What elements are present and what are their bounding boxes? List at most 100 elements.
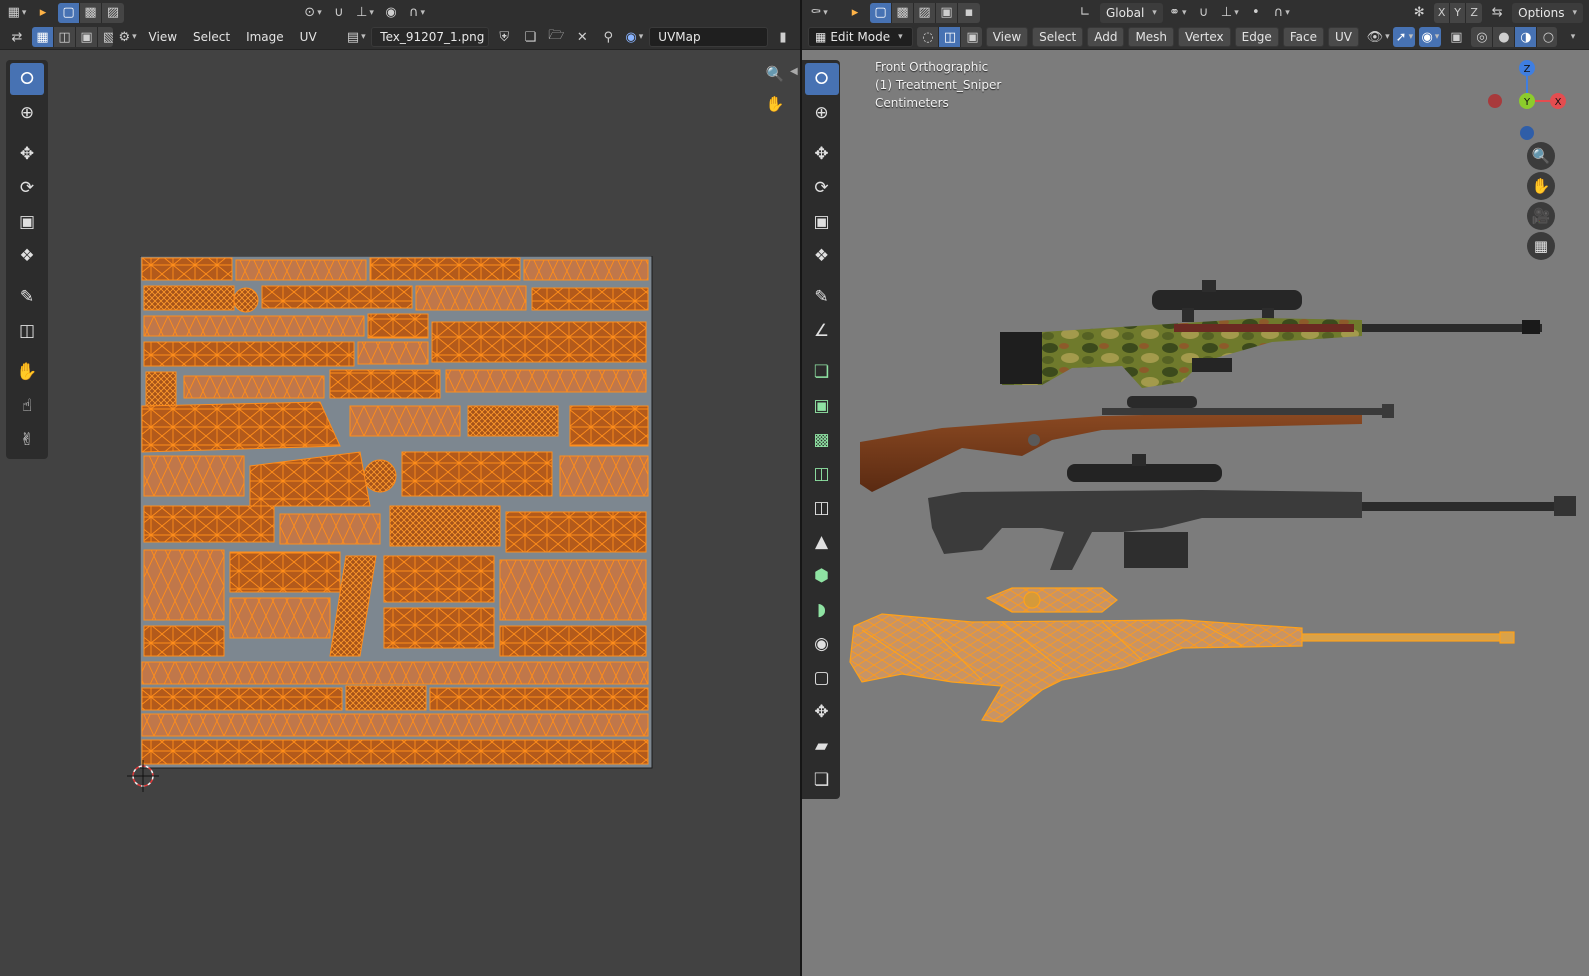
xray-icon[interactable]: ▣	[1445, 27, 1467, 47]
editor-type-icon[interactable]: ⚰	[808, 3, 830, 23]
zoom-icon[interactable]: 🔍	[761, 60, 789, 88]
3d-viewport[interactable]: ⚰ ▸ ▢ ▩ ▨ ▣ ▪ ∟ Global ⚭ ∪ ⊥ • ∩ ✻ X Y Z…	[802, 0, 1589, 976]
select-new-icon[interactable]: ▢	[58, 2, 80, 23]
transform-icon[interactable]: ❖	[805, 240, 839, 272]
menu-vertex[interactable]: Vertex	[1178, 27, 1231, 47]
rip-icon[interactable]: ◫	[10, 315, 44, 347]
gizmo-icon[interactable]: ➚	[1393, 27, 1416, 47]
material-shading-icon[interactable]: ◑	[1515, 27, 1538, 47]
snap-increment-icon[interactable]: ⊥	[1219, 3, 1241, 23]
camera-icon[interactable]: 🎥	[1527, 202, 1555, 230]
annotate-icon[interactable]: ✎	[10, 281, 44, 313]
menu-add[interactable]: Add	[1087, 27, 1125, 47]
pan-icon[interactable]: ✋	[761, 90, 789, 118]
edge-select-icon[interactable]: ◫	[939, 27, 962, 47]
vertex-select-icon[interactable]: ▦	[32, 27, 54, 47]
select-extend-icon[interactable]: ▩	[892, 2, 914, 23]
uv-editor[interactable]: ▦ ▸ ▢ ▩ ▨ ⊙ ∪ ⊥ ◉ ∩ ⇄ ▦ ◫ ▣ ▧ ⚙ View Sel…	[0, 0, 800, 976]
mirror-y-toggle[interactable]: Y	[1450, 2, 1467, 23]
falloff-icon[interactable]: ∩	[1271, 3, 1293, 23]
transform-icon[interactable]: ❖	[10, 240, 44, 272]
auto-merge-icon[interactable]: ⇆	[1486, 3, 1508, 23]
mirror-z-toggle[interactable]: Z	[1466, 3, 1482, 23]
pinch-icon[interactable]: ✌	[10, 424, 44, 456]
mirror-icon[interactable]: ✻	[1408, 3, 1430, 23]
pan-icon[interactable]: ✋	[1527, 172, 1555, 200]
select-mode-icon[interactable]: ▸	[844, 3, 866, 23]
select-box-icon[interactable]: ⭘	[10, 63, 44, 95]
collapse-arrow-icon[interactable]: ◀	[790, 66, 798, 77]
rifle-barrett-model[interactable]	[928, 454, 1576, 570]
island-select-icon[interactable]: ▧	[98, 27, 113, 47]
relax-icon[interactable]: ☝	[10, 390, 44, 422]
transform-orientation-select[interactable]: Global	[1100, 2, 1163, 23]
orientation-icon[interactable]: ∟	[1074, 3, 1096, 23]
mode-select[interactable]: ▦ Edit Mode	[808, 27, 914, 47]
editor-type-icon[interactable]: ▦	[6, 3, 28, 23]
overlay-icon[interactable]: ◉	[623, 27, 645, 47]
rifle-treatment-sniper-selected[interactable]	[849, 587, 1515, 723]
cursor-icon[interactable]: ⊕	[805, 97, 839, 129]
overlays-icon[interactable]: ◉	[1419, 27, 1442, 47]
face-select-icon[interactable]: ▣	[961, 27, 981, 47]
scale-icon[interactable]: ▣	[805, 206, 839, 238]
menu-select[interactable]: Select	[1032, 27, 1084, 47]
select-subtract-icon[interactable]: ▨	[102, 3, 124, 23]
select-intersect-icon[interactable]: ▪	[958, 3, 980, 23]
rifle-camo-model[interactable]	[1000, 280, 1542, 388]
neg-x-axis-dot[interactable]	[1488, 94, 1502, 108]
image-browse-icon[interactable]: ▤	[345, 27, 367, 47]
menu-select[interactable]: Select	[187, 27, 236, 47]
sticky-select-icon[interactable]: ⚙	[117, 27, 139, 47]
options-menu[interactable]: Options	[1512, 2, 1583, 23]
grid-icon[interactable]: ▦	[1527, 232, 1555, 260]
move-icon[interactable]: ✥	[10, 138, 44, 170]
select-invert-icon[interactable]: ▣	[936, 2, 958, 23]
menu-mesh[interactable]: Mesh	[1128, 27, 1175, 47]
menu-view[interactable]: View	[985, 27, 1029, 47]
unlink-image-icon[interactable]: ✕	[571, 27, 593, 47]
snap-target-icon[interactable]: ⊥	[354, 3, 376, 23]
menu-face[interactable]: Face	[1282, 27, 1324, 47]
menu-view[interactable]: View	[143, 27, 183, 47]
menu-uv[interactable]: UV	[294, 27, 323, 47]
new-image-icon[interactable]: ❏	[519, 27, 541, 47]
shading-options-icon[interactable]	[1561, 27, 1583, 47]
rendered-shading-icon[interactable]: ○	[1537, 27, 1557, 47]
menu-edge[interactable]: Edge	[1234, 27, 1279, 47]
fake-user-icon[interactable]: ⛨	[493, 27, 515, 47]
proportional-edit-icon[interactable]: •	[1245, 3, 1267, 23]
pivot-icon[interactable]: ⊙	[302, 3, 324, 23]
solid-shading-icon[interactable]: ●	[1493, 27, 1516, 47]
proportional-edit-icon[interactable]: ◉	[380, 3, 402, 23]
sidebar-toggle-icon[interactable]: ▮	[772, 27, 794, 47]
open-image-icon[interactable]: 🗁	[545, 27, 567, 47]
image-name-field[interactable]: Tex_91207_1.png	[371, 27, 490, 47]
wireframe-shading-icon[interactable]: ◎	[1471, 27, 1494, 47]
vertex-select-icon[interactable]: ◌	[917, 27, 940, 47]
neg-z-axis-dot[interactable]	[1520, 126, 1534, 140]
snap-icon[interactable]: ∪	[328, 3, 350, 23]
select-mode-icon[interactable]: ▸	[32, 3, 54, 23]
sync-selection-icon[interactable]: ⇄	[6, 27, 28, 47]
falloff-icon[interactable]: ∩	[406, 3, 428, 23]
mirror-x-toggle[interactable]: X	[1434, 2, 1451, 23]
cursor-icon[interactable]: ⊕	[10, 97, 44, 129]
scene-models[interactable]	[802, 270, 1589, 770]
uv-map-field[interactable]: UVMap	[649, 27, 768, 47]
rotate-icon[interactable]: ⟳	[10, 172, 44, 204]
visibility-icon[interactable]: 👁	[1367, 27, 1389, 47]
move-icon[interactable]: ✥	[805, 138, 839, 170]
select-box-icon[interactable]: ⭘	[804, 63, 839, 95]
2d-cursor-icon[interactable]	[121, 754, 165, 798]
rotate-icon[interactable]: ⟳	[805, 172, 839, 204]
grab-icon[interactable]: ✋	[10, 356, 44, 388]
pivot-point-icon[interactable]: ⚭	[1167, 3, 1189, 23]
edge-select-icon[interactable]: ◫	[54, 27, 76, 47]
menu-image[interactable]: Image	[240, 27, 290, 47]
scale-icon[interactable]: ▣	[10, 206, 44, 238]
select-extend-icon[interactable]: ▩	[80, 2, 102, 23]
pin-icon[interactable]: ⚲	[597, 27, 619, 47]
zoom-icon[interactable]: 🔍	[1527, 142, 1555, 170]
face-select-icon[interactable]: ▣	[76, 27, 98, 47]
